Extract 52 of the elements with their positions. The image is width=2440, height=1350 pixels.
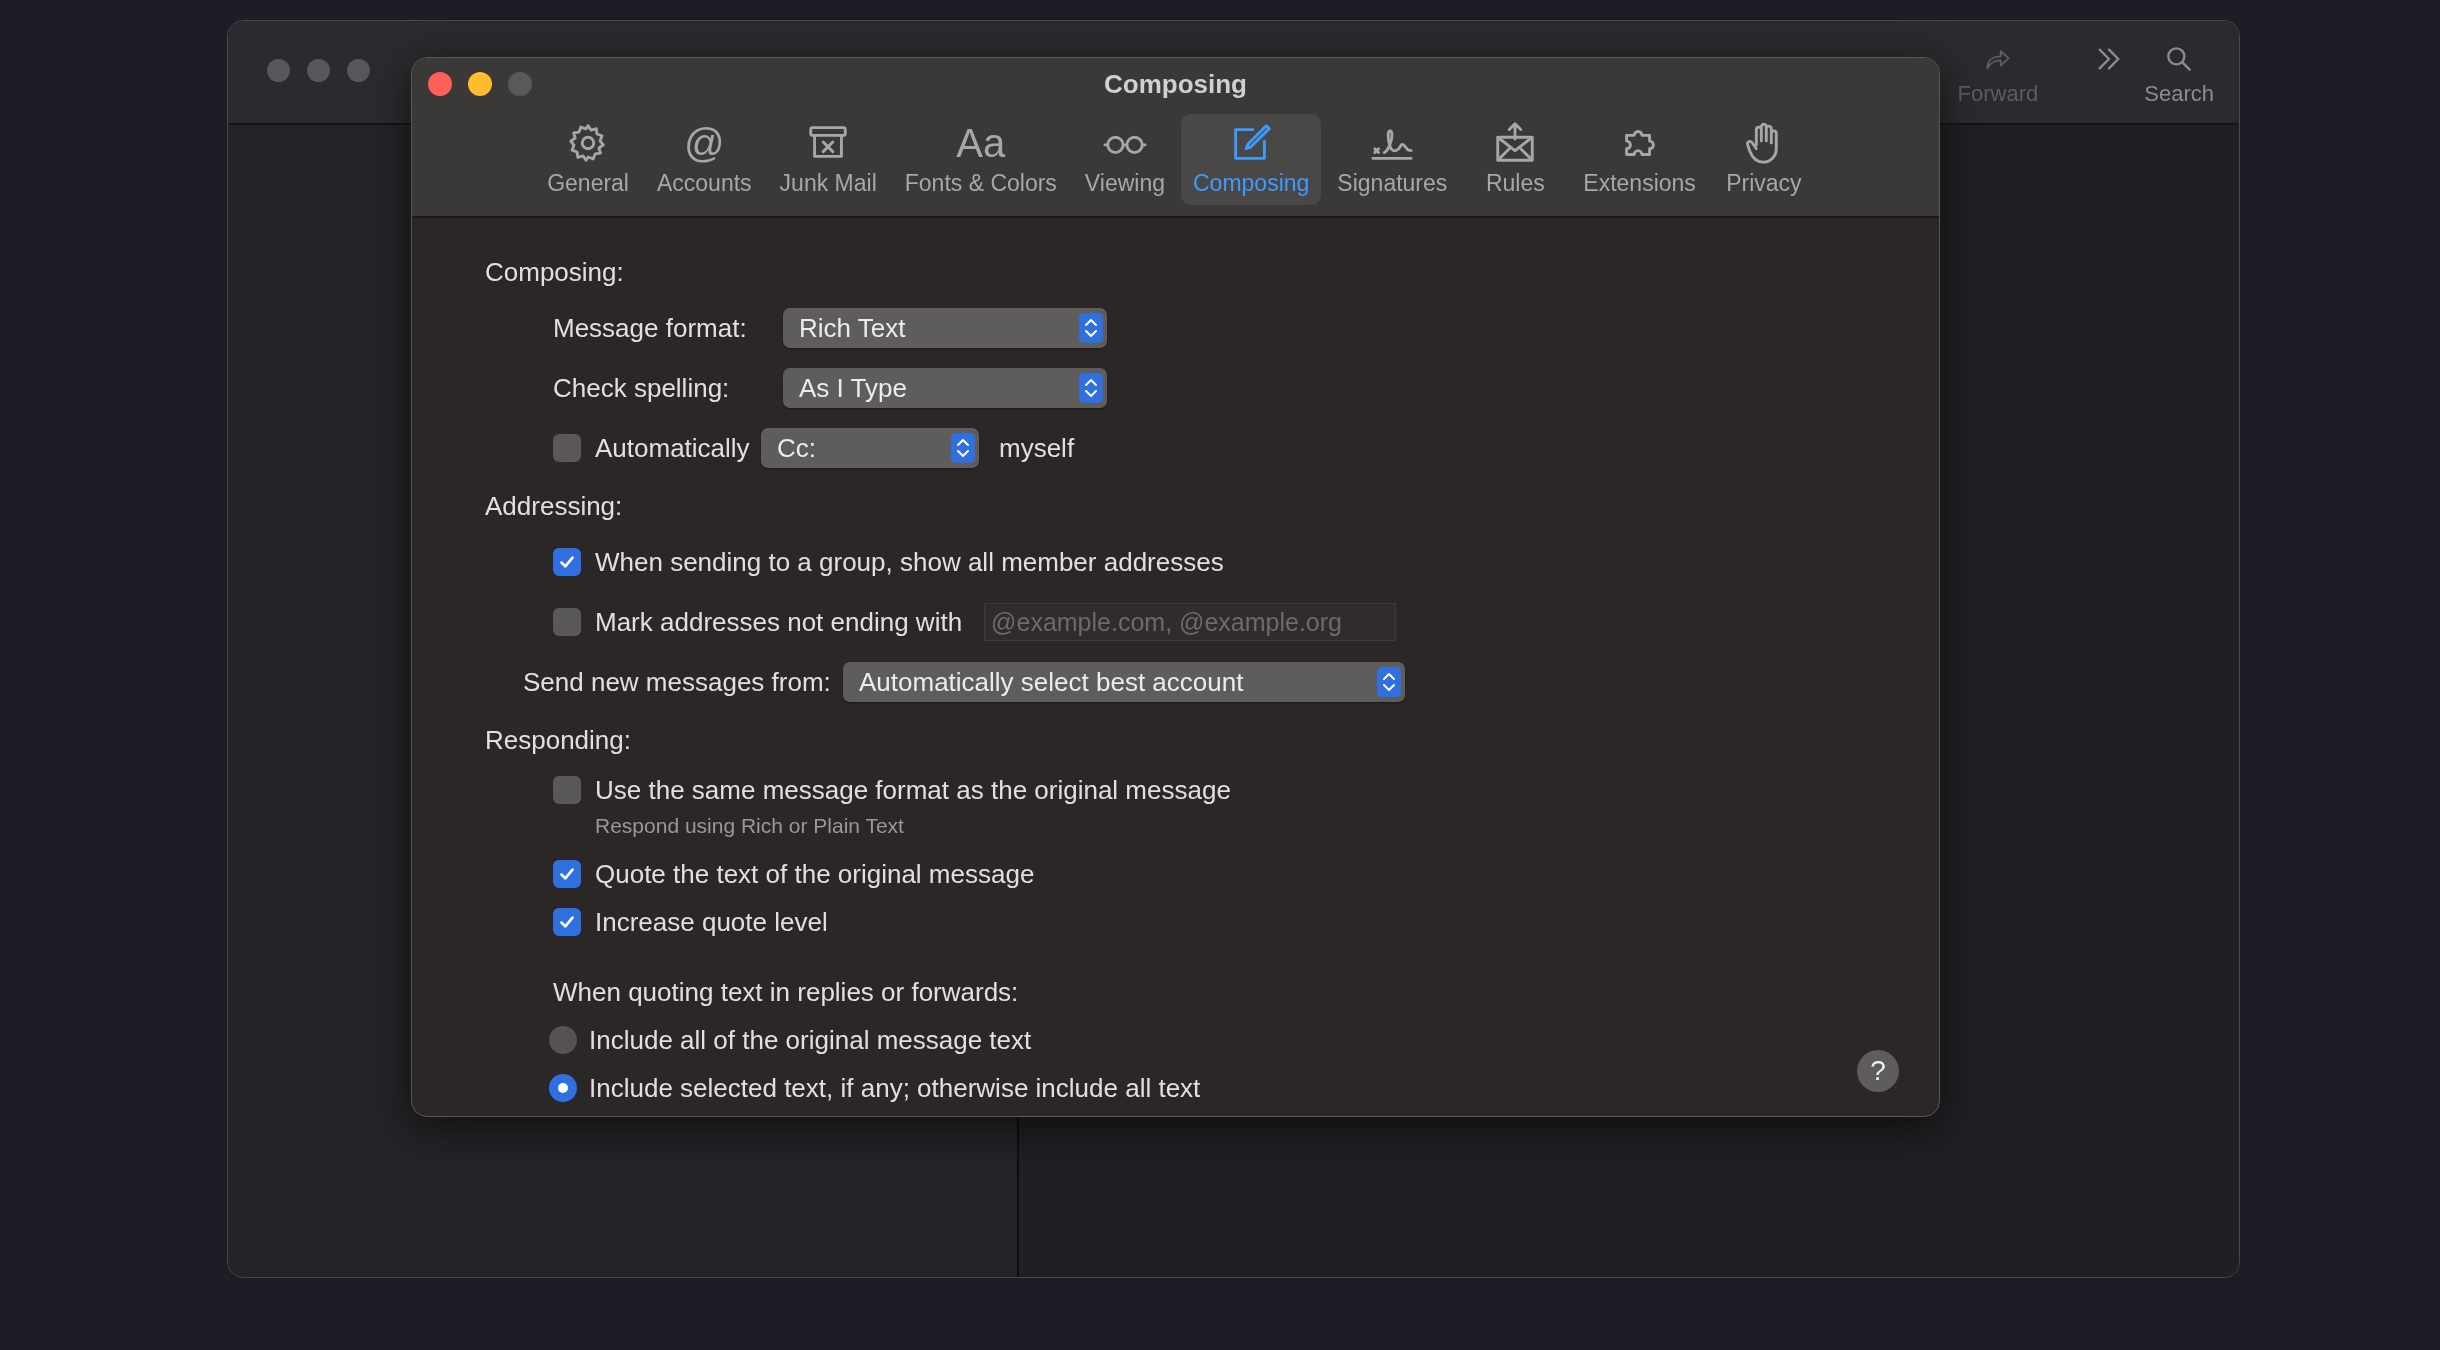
- section-heading: Composing:: [485, 256, 625, 289]
- popup-menu[interactable]: As I Type: [783, 368, 1107, 408]
- stepper-icon: [951, 433, 975, 463]
- zoom-button[interactable]: [347, 59, 370, 82]
- checkbox-label: When sending to a group, show all member addresses: [595, 546, 1224, 578]
- checkbox[interactable]: [553, 860, 581, 888]
- field-label: myself: [999, 432, 1075, 464]
- window-title: Composing: [1104, 69, 1247, 100]
- checkbox[interactable]: [553, 548, 581, 576]
- group-label: When quoting text in replies or forwards:: [553, 976, 1019, 1008]
- field-label: Check spelling:: [553, 372, 731, 404]
- radio-label: Include selected text, if any; otherwise include all text: [589, 1072, 1201, 1104]
- checkbox-label: Increase quote level: [595, 906, 828, 938]
- stepper-icon: [1377, 667, 1401, 697]
- radio-label: Include all of the original message text: [589, 1024, 1032, 1056]
- popup-menu[interactable]: Cc:: [761, 428, 979, 468]
- checkbox[interactable]: [553, 434, 581, 462]
- preferences-tab[interactable]: Privacy: [1711, 114, 1816, 205]
- checkbox-label: Automatically: [595, 432, 751, 464]
- preferences-tab[interactable]: Composing: [1181, 114, 1322, 205]
- hint-text: Respond using Rich or Plain Text: [594, 814, 905, 839]
- stepper-icon: [1079, 373, 1103, 403]
- preferences-tab[interactable]: Viewing: [1072, 114, 1177, 205]
- radio-button[interactable]: [549, 1026, 577, 1054]
- minimize-button[interactable]: [468, 72, 492, 96]
- radio-button[interactable]: [549, 1074, 577, 1102]
- preferences-tab[interactable]: @ Accounts: [645, 114, 764, 205]
- zoom-button[interactable]: [508, 72, 532, 96]
- preferences-tab[interactable]: Junk Mail: [767, 114, 889, 205]
- search-button[interactable]: Search: [2138, 43, 2220, 107]
- checkbox[interactable]: [553, 608, 581, 636]
- checkbox[interactable]: [553, 908, 581, 936]
- checkbox-label: Use the same message format as the original message: [595, 774, 1231, 806]
- popup-menu[interactable]: Automatically select best account: [843, 662, 1405, 702]
- preferences-tab[interactable]: Extensions: [1571, 114, 1708, 205]
- preferences-tab[interactable]: Rules: [1463, 114, 1568, 205]
- section-heading: Addressing:: [485, 490, 624, 523]
- domain-field[interactable]: @example.com, @example.org: [984, 603, 1397, 641]
- preferences-tab[interactable]: General: [535, 114, 641, 205]
- preferences-tab[interactable]: Signatures: [1325, 114, 1460, 205]
- stepper-icon: [1079, 313, 1103, 343]
- checkbox-label: Quote the text of the original message: [595, 858, 1035, 890]
- checkbox[interactable]: [553, 776, 581, 804]
- popup-menu[interactable]: Rich Text: [783, 308, 1107, 348]
- field-label: Message format:: [553, 312, 748, 344]
- help-button[interactable]: ?: [1857, 1050, 1899, 1092]
- close-button[interactable]: [428, 72, 452, 96]
- close-button[interactable]: [267, 59, 290, 82]
- section-heading: Responding:: [485, 724, 632, 757]
- preferences-tab[interactable]: Aa Fonts & Colors: [892, 114, 1069, 205]
- checkbox-label: Mark addresses not ending with: [595, 606, 963, 638]
- field-label: Send new messages from:: [523, 666, 832, 698]
